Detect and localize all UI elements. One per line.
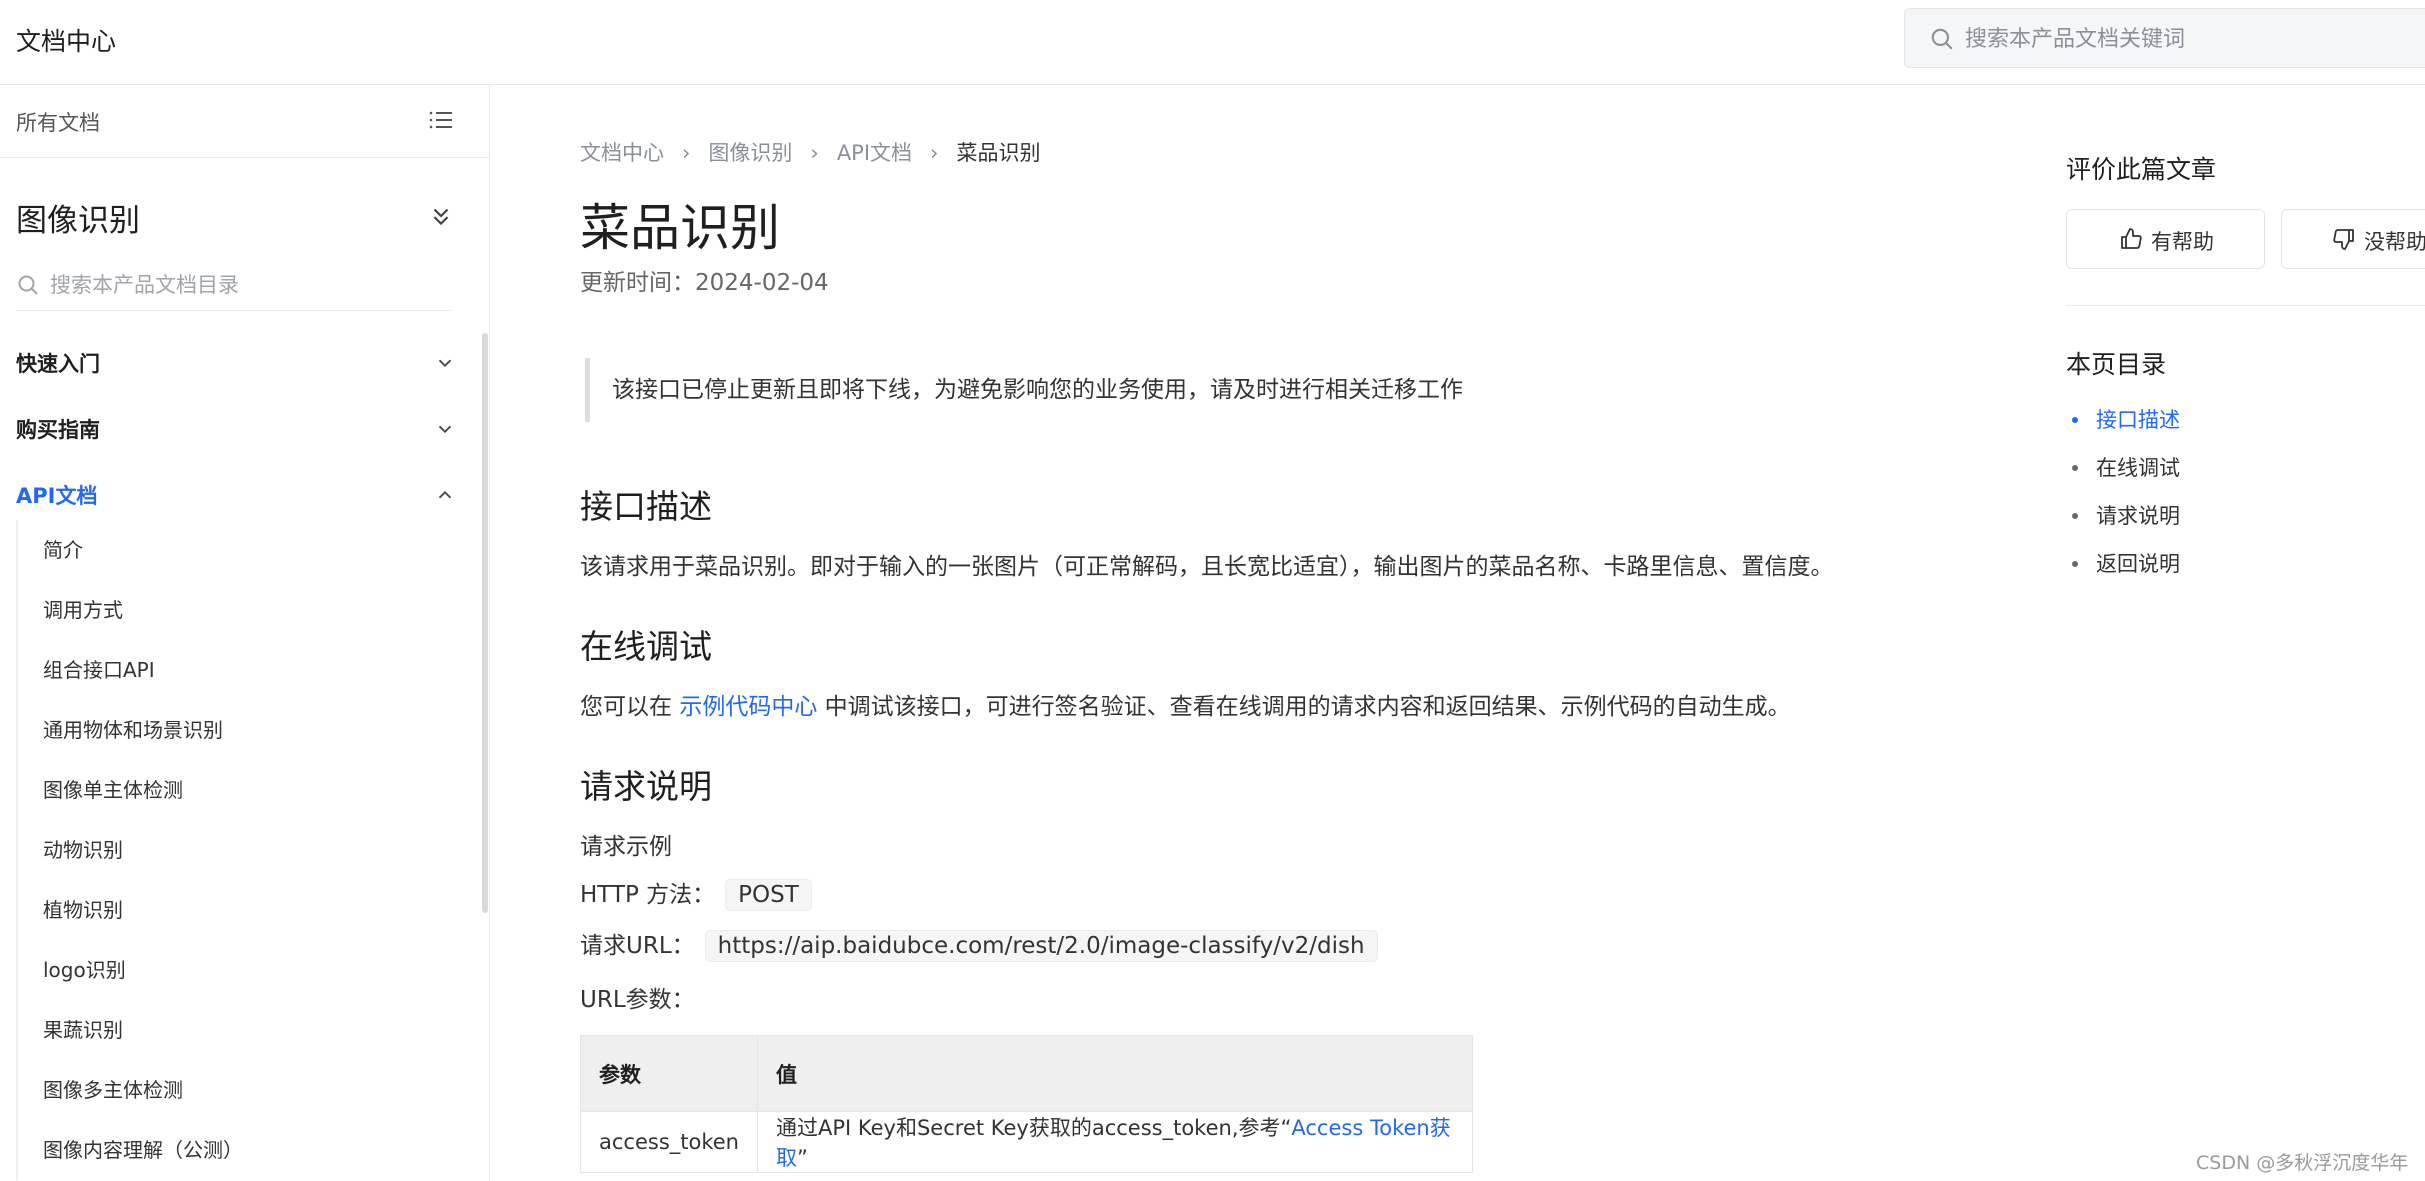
request-url-label: 请求URL： [580,933,695,959]
breadcrumb-current: 菜品识别 [956,141,1041,165]
http-method-value: POST [725,879,812,911]
table-cell-param: access_token [580,1111,758,1173]
toc-item[interactable]: 返回说明 [2066,540,2180,588]
rate-article-title: 评价此篇文章 [2066,155,2217,184]
section-heading-request: 请求说明 [580,767,712,806]
toc-item[interactable]: 在线调试 [2066,444,2180,492]
sidebar-scrollbar[interactable] [482,333,488,913]
debug-text: 您可以在 示例代码中心 中调试该接口，可进行签名验证、查看在线调用的请求内容和返… [580,687,1791,721]
sidebar-section-label: 购买指南 [16,418,100,442]
http-method-row: HTTP 方法： POST [580,875,812,911]
double-chevron-down-icon[interactable] [428,203,454,229]
table-header: 值 [757,1035,1473,1112]
description-text: 该请求用于菜品识别。即对于输入的一张图片（可正常解码，且长宽比适宜），输出图片的… [580,554,1834,580]
sidebar-item[interactable]: 组合接口API [18,640,456,700]
all-docs-link[interactable]: 所有文档 [16,107,100,137]
breadcrumb-item[interactable]: 图像识别 [708,137,792,167]
toc-list: 接口描述 在线调试 请求说明 返回说明 [2066,396,2180,588]
not-helpful-label: 没帮助 [2364,231,2425,254]
directory-search-input[interactable] [50,267,440,303]
sidebar-item[interactable]: 调用方式 [18,580,456,640]
list-menu-icon[interactable] [428,109,454,131]
sample-code-center-link[interactable]: 示例代码中心 [679,694,817,720]
page-title: 菜品识别 [580,199,780,257]
sidebar-section-label: 快速入门 [16,352,100,376]
sidebar-section-quickstart[interactable]: 快速入门 [16,343,456,383]
sidebar-item[interactable]: 动物识别 [18,820,456,880]
updated-date: 更新时间：2024-02-04 [580,270,829,296]
left-sidebar: 所有文档 图像识别 快速入门 购买指南 API文档 简介 调用方式 组合接口AP… [0,85,490,1181]
section-heading-description: 接口描述 [580,487,712,526]
http-method-label: HTTP 方法： [580,882,716,908]
chevron-right-icon: › [682,141,691,165]
thumbs-down-icon [2333,229,2354,250]
request-example-label: 请求示例 [580,834,672,860]
search-icon [1931,28,1953,50]
debug-text-prefix: 您可以在 [580,694,680,720]
url-params-table: 参数 值 access_token 通过API Key和Secret Key获取… [580,1035,1473,1173]
helpful-label: 有帮助 [2151,231,2214,254]
top-search-box[interactable] [1904,8,2425,68]
chevron-down-icon [438,359,452,368]
chevron-right-icon: › [930,141,939,165]
not-helpful-button[interactable]: 没帮助 [2281,209,2425,269]
chevron-right-icon: › [810,141,819,165]
url-params-label: URL参数： [580,987,695,1013]
sidebar-section-api-docs[interactable]: API文档 [16,475,456,515]
directory-search[interactable] [16,265,452,311]
search-icon [18,275,38,295]
toc-divider [2066,305,2425,306]
debug-text-suffix: 中调试该接口，可进行签名验证、查看在线调用的请求内容和返回结果、示例代码的自动生… [817,694,1791,720]
site-title[interactable]: 文档中心 [16,22,116,58]
api-docs-subnav: 简介 调用方式 组合接口API 通用物体和场景识别 图像单主体检测 动物识别 植… [16,520,456,1180]
sidebar-section-label: API文档 [16,484,98,508]
request-url-row: 请求URL： https://aip.baidubce.com/rest/2.0/… [580,926,1378,962]
right-panel: 评价此篇文章 有帮助 没帮助 本页目录 接口描述 在线调试 请求说明 返回说明 [2066,85,2425,1181]
sidebar-item[interactable]: 简介 [18,520,456,580]
breadcrumb-item[interactable]: 文档中心 [580,137,664,167]
table-row: access_token 通过API Key和Secret Key获取的acce… [580,1111,1473,1173]
request-url-value: https://aip.baidubce.com/rest/2.0/image-… [704,930,1378,962]
sidebar-item[interactable]: 通用物体和场景识别 [18,700,456,760]
chevron-down-icon [438,425,452,434]
main-content: 文档中心 › 图像识别 › API文档 › 菜品识别 菜品识别 更新时间：2024-02-0… [580,85,1910,1181]
sidebar-item[interactable]: 图像单主体检测 [18,760,456,820]
top-header: 文档中心 [0,0,2425,85]
value-suffix: ” [797,1146,808,1170]
table-cell-value: 通过API Key和Secret Key获取的access_token,参考“A… [757,1111,1473,1173]
breadcrumb: 文档中心 › 图像识别 › API文档 › 菜品识别 [580,137,1040,167]
table-header: 参数 [580,1035,758,1112]
sidebar-section-purchase[interactable]: 购买指南 [16,409,456,449]
value-prefix: 通过API Key和Secret Key获取的access_token,参考“ [776,1116,1292,1140]
sidebar-item[interactable]: 图像内容理解（公测） [18,1120,456,1180]
top-search-input[interactable] [1965,21,2405,57]
toc-item[interactable]: 请求说明 [2066,492,2180,540]
breadcrumb-item[interactable]: API文档 [837,137,912,167]
sidebar-item[interactable]: logo识别 [18,940,456,1000]
sidebar-divider [0,157,489,158]
toc-item[interactable]: 接口描述 [2066,396,2180,444]
sidebar-item[interactable]: 果蔬识别 [18,1000,456,1060]
chevron-up-icon [438,490,452,499]
sidebar-item[interactable]: 植物识别 [18,880,456,940]
csdn-watermark: CSDN @多秋浮沉度华年 [2196,1152,2409,1174]
sidebar-item[interactable]: 图像多主体检测 [18,1060,456,1120]
product-title: 图像识别 [16,203,140,239]
helpful-button[interactable]: 有帮助 [2066,209,2265,269]
thumbs-up-icon [2121,228,2142,249]
section-heading-debug: 在线调试 [580,627,712,666]
deprecation-notice: 该接口已停止更新且即将下线，为避免影响您的业务使用，请及时进行相关迁移工作 [585,358,1485,422]
toc-title: 本页目录 [2066,350,2167,379]
